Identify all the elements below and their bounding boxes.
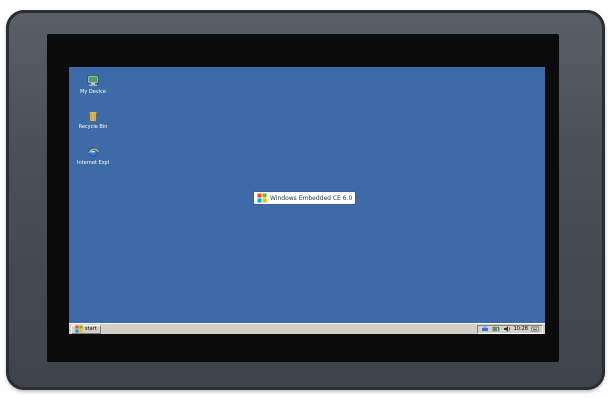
- clock-time[interactable]: 10:28: [514, 326, 528, 332]
- taskbar: start 10:28: [69, 323, 545, 334]
- desktop-icon-label: Recycle Bin: [78, 124, 108, 130]
- desktop-icon-recycle-bin[interactable]: Recycle Bin: [77, 110, 109, 130]
- keyboard-icon[interactable]: [531, 325, 539, 333]
- ie-icon: [88, 147, 99, 157]
- trash-icon: [89, 112, 97, 122]
- battery-icon[interactable]: [492, 325, 500, 333]
- speaker-icon[interactable]: [503, 325, 511, 333]
- start-label: start: [85, 326, 97, 332]
- windows-embedded-logo: Windows Embedded CE 6.0: [254, 192, 356, 204]
- start-button[interactable]: start: [71, 324, 101, 334]
- start-flag-icon: [75, 325, 83, 333]
- windows-embedded-text: Windows Embedded CE 6.0: [270, 194, 353, 202]
- desktop-icon-my-device[interactable]: My Device: [77, 75, 109, 95]
- desktop-icon-label: My Device: [80, 89, 106, 95]
- desktop-icon-label: Internet Explorer: [77, 160, 109, 166]
- device-screen: My Device Recycle Bin Internet Explorer: [69, 67, 545, 334]
- system-tray[interactable]: 10:28: [476, 324, 543, 334]
- computer-icon: [87, 75, 99, 86]
- network-icon[interactable]: [481, 325, 489, 333]
- desktop: My Device Recycle Bin Internet Explorer: [69, 67, 545, 323]
- desktop-icon-internet-explorer[interactable]: Internet Explorer: [77, 146, 109, 166]
- windows-flag-icon: [257, 193, 267, 203]
